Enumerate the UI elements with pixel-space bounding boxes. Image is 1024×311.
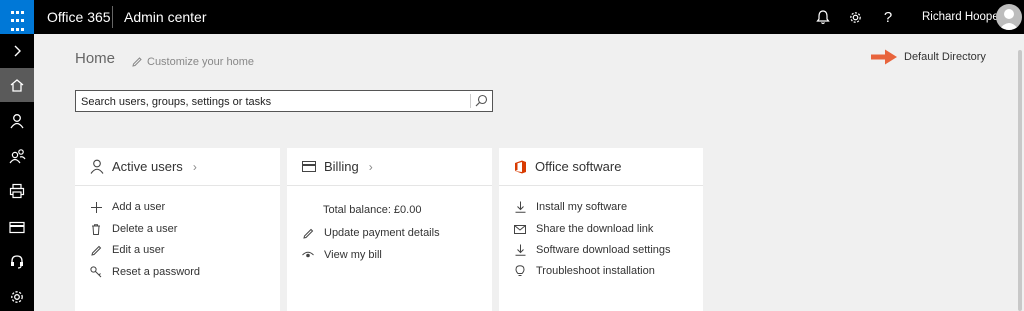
- nav-support[interactable]: [0, 245, 34, 279]
- bell-icon[interactable]: [814, 8, 832, 26]
- headset-icon: [11, 255, 23, 269]
- trash-icon: [90, 223, 102, 235]
- pencil-icon: [132, 57, 142, 67]
- customize-home-label: Customize your home: [147, 56, 254, 68]
- pencil-icon: [90, 244, 102, 256]
- share-download-link[interactable]: Share the download link: [514, 223, 653, 235]
- home-icon: [10, 78, 24, 92]
- printer-icon: [9, 183, 25, 199]
- app-launcher-button[interactable]: [0, 0, 34, 34]
- groups-icon: [9, 149, 25, 164]
- troubleshoot-label: Troubleshoot installation: [536, 265, 655, 277]
- add-user-label: Add a user: [112, 201, 166, 213]
- delete-user-link[interactable]: Delete a user: [90, 223, 177, 235]
- search-box[interactable]: Search users, groups, settings or tasks: [75, 90, 493, 112]
- install-software-label: Install my software: [536, 201, 628, 213]
- search-separator: [470, 94, 471, 108]
- key-icon: [90, 266, 102, 278]
- billing-card-header[interactable]: Billing ›: [287, 148, 492, 186]
- add-user-link[interactable]: Add a user: [90, 201, 165, 213]
- user-icon: [90, 159, 104, 174]
- update-payment-label: Update payment details: [324, 227, 440, 239]
- office-software-card-header: Office software: [499, 148, 703, 186]
- active-users-title: Active users: [112, 159, 183, 174]
- pencil-icon: [302, 227, 314, 239]
- avatar[interactable]: [996, 4, 1022, 30]
- nav-billing[interactable]: [0, 210, 34, 244]
- billing-card: Billing › Total balance: £0.00 Update pa…: [287, 148, 492, 311]
- user-name[interactable]: Richard Hooper: [922, 11, 1003, 23]
- active-users-card: Active users › Add a user Delete a user …: [75, 148, 280, 311]
- office-logo-icon: [515, 160, 526, 173]
- edit-user-link[interactable]: Edit a user: [90, 244, 165, 256]
- nav-settings[interactable]: [0, 280, 34, 311]
- nav-home[interactable]: [0, 68, 34, 102]
- brand-name[interactable]: Office 365: [47, 9, 111, 25]
- app-title: Admin center: [124, 9, 207, 25]
- credit-card-icon: [9, 221, 25, 233]
- page-scrollbar-thumb[interactable]: [1018, 50, 1022, 311]
- download-settings-link[interactable]: Software download settings: [514, 244, 671, 256]
- active-users-card-header[interactable]: Active users ›: [75, 148, 280, 186]
- share-download-label: Share the download link: [536, 223, 654, 235]
- top-bar: Office 365 Admin center ? Richard Hooper: [0, 0, 1024, 34]
- expand-nav-button[interactable]: [0, 34, 34, 68]
- help-icon[interactable]: ?: [879, 8, 897, 26]
- reset-password-link[interactable]: Reset a password: [90, 266, 200, 278]
- download-settings-label: Software download settings: [536, 244, 671, 256]
- edit-user-label: Edit a user: [112, 244, 165, 256]
- billing-title: Billing: [324, 159, 359, 174]
- view-bill-label: View my bill: [324, 249, 382, 261]
- lightbulb-icon: [514, 265, 526, 277]
- download-icon: [514, 201, 526, 213]
- nav-groups[interactable]: [0, 139, 34, 173]
- total-balance: Total balance: £0.00: [323, 204, 422, 216]
- eye-icon: [302, 249, 314, 261]
- gear-icon[interactable]: [846, 8, 864, 26]
- update-payment-link[interactable]: Update payment details: [302, 227, 440, 239]
- search-input[interactable]: Search users, groups, settings or tasks: [81, 96, 271, 108]
- nav-users[interactable]: [0, 104, 34, 138]
- page-title: Home: [75, 50, 116, 67]
- chevron-right-icon: ›: [192, 159, 197, 174]
- search-icon[interactable]: [475, 94, 488, 112]
- office-software-title: Office software: [535, 159, 622, 174]
- credit-card-icon: [302, 161, 316, 172]
- annotation-arrow-icon: [870, 48, 898, 71]
- mail-icon: [514, 223, 526, 235]
- left-nav: [0, 34, 34, 311]
- brand-divider: [112, 6, 113, 28]
- install-software-link[interactable]: Install my software: [514, 201, 627, 213]
- troubleshoot-link[interactable]: Troubleshoot installation: [514, 265, 655, 277]
- view-bill-link[interactable]: View my bill: [302, 249, 382, 261]
- reset-password-label: Reset a password: [112, 266, 201, 278]
- user-icon: [10, 114, 24, 129]
- customize-home-link[interactable]: Customize your home: [132, 56, 254, 68]
- office-software-card: Office software Install my software Shar…: [499, 148, 703, 311]
- plus-icon: [90, 201, 102, 213]
- chevron-right-icon: ›: [368, 159, 373, 174]
- delete-user-label: Delete a user: [112, 223, 178, 235]
- directory-label[interactable]: Default Directory: [904, 51, 986, 63]
- settings-gear-icon: [11, 291, 23, 303]
- nav-resources[interactable]: [0, 174, 34, 208]
- download-icon: [514, 244, 526, 256]
